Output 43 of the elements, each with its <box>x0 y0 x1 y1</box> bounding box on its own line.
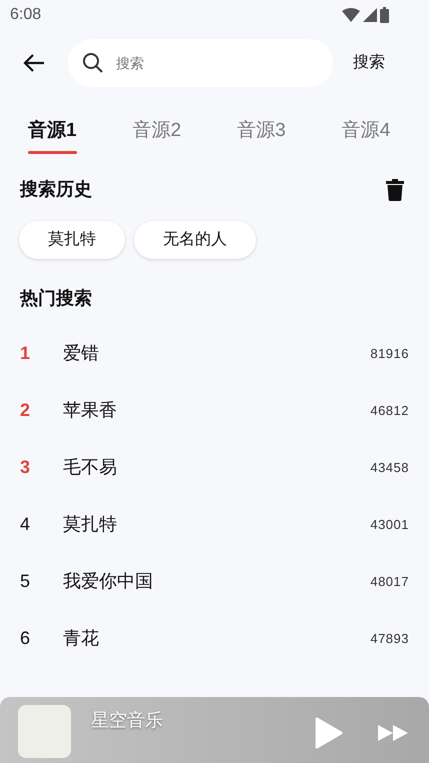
search-icon <box>82 52 104 74</box>
hot-search-row[interactable]: 2 苹果香 46812 <box>0 382 429 439</box>
source-tab[interactable]: 音源2 <box>132 108 182 154</box>
trash-icon[interactable] <box>386 178 404 200</box>
rank-number: 6 <box>20 627 32 650</box>
history-chip[interactable]: 莫扎特 <box>19 221 125 259</box>
section-title: 热门搜索 <box>20 288 92 308</box>
rank-number: 1 <box>20 342 32 365</box>
source-tab[interactable]: 音源3 <box>237 108 286 154</box>
rank-number: 5 <box>20 570 32 593</box>
song-title: 莫扎特 <box>63 513 118 536</box>
status-time: 6:08 <box>10 5 42 25</box>
hot-search-row[interactable]: 1 爱错 81916 <box>0 325 429 382</box>
song-title: 青花 <box>63 627 100 650</box>
search-field[interactable]: 搜索 <box>68 39 333 87</box>
wifi-icon <box>342 8 360 22</box>
search-button[interactable]: 搜索 <box>353 51 385 75</box>
album-cover <box>18 705 71 758</box>
song-title: 毛不易 <box>63 456 118 479</box>
rank-number: 3 <box>20 456 32 479</box>
source-tab[interactable]: 音源4 <box>342 108 390 154</box>
song-title: 我爱你中国 <box>63 570 154 593</box>
song-title: 苹果香 <box>63 399 118 422</box>
history-chip[interactable]: 无名的人 <box>134 221 256 259</box>
hot-search-row[interactable]: 4 莫扎特 43001 <box>0 496 429 553</box>
rank-number: 4 <box>20 513 32 536</box>
search-count: 81916 <box>370 344 409 363</box>
battery-icon <box>380 7 389 23</box>
back-arrow-icon <box>23 53 45 73</box>
search-count: 47893 <box>370 630 409 648</box>
search-count: 46812 <box>370 402 409 420</box>
song-title: 爱错 <box>63 342 100 365</box>
search-count: 48017 <box>370 572 409 591</box>
search-count: 43001 <box>370 516 409 534</box>
source-tab[interactable]: 音源1 <box>28 108 77 154</box>
hot-search-row[interactable]: 3 毛不易 43458 <box>0 439 429 496</box>
signal-icon <box>363 8 377 22</box>
hot-search-row[interactable]: 6 青花 47893 <box>0 610 429 667</box>
section-title: 搜索历史 <box>20 178 92 201</box>
rank-number: 2 <box>20 399 32 422</box>
search-count: 43458 <box>370 458 409 477</box>
player-title: 星空音乐 <box>91 709 164 732</box>
hot-search-row[interactable]: 5 我爱你中国 48017 <box>0 553 429 610</box>
